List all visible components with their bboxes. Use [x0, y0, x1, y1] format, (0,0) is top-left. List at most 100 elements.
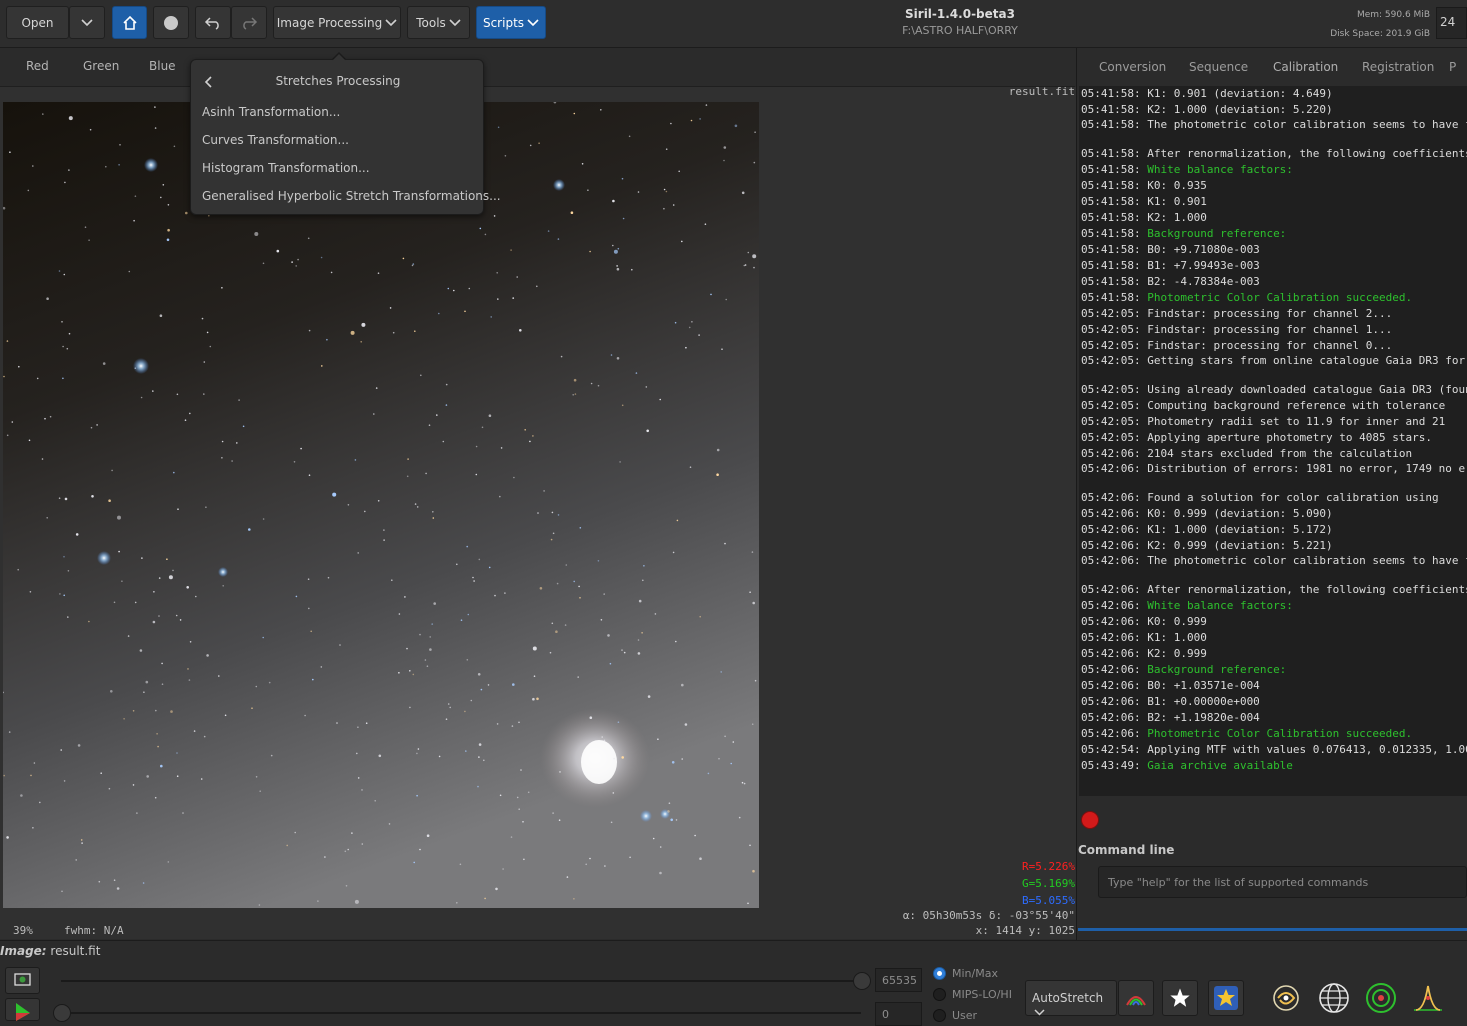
tab-green[interactable]: Green: [83, 59, 119, 73]
star-catalogue-button[interactable]: [1208, 980, 1244, 1016]
menu-item-histogram[interactable]: Histogram Transformation...: [202, 161, 370, 175]
false-color-button[interactable]: [1118, 980, 1154, 1016]
radio-user-label: User: [952, 1009, 978, 1022]
stop-button[interactable]: [1081, 811, 1099, 829]
chevron-down-icon: [385, 18, 397, 26]
radio-mips-label: MIPS-LO/HI: [952, 988, 1012, 1001]
chevron-down-icon: [449, 18, 461, 26]
lo-slider-track[interactable]: [61, 1012, 861, 1014]
radec-readout: α: 05h30m53s δ: -03°55'40": [902, 909, 1075, 922]
log-line: 05:42:05: Applying aperture photometry t…: [1081, 431, 1432, 444]
lo-slider-knob[interactable]: [53, 1004, 71, 1022]
image-processing-menu-button[interactable]: Image Processing: [273, 6, 401, 39]
image-prefix: Image:: [0, 944, 47, 958]
radio-mips[interactable]: [933, 988, 946, 1001]
redo-button[interactable]: [231, 6, 267, 39]
window-title: Siril-1.4.0-beta3: [905, 7, 1015, 21]
command-input[interactable]: Type "help" for the list of supported co…: [1098, 866, 1467, 898]
recent-files-button[interactable]: [69, 6, 105, 39]
chevron-down-icon: [1034, 1009, 1045, 1016]
target-button[interactable]: [1363, 980, 1399, 1016]
radio-minmax[interactable]: [933, 967, 946, 980]
home-icon: [122, 15, 137, 30]
scripts-label: Scripts: [482, 15, 525, 30]
thread-count-spinner[interactable]: 24: [1436, 7, 1467, 39]
lo-value-input[interactable]: 0: [875, 1002, 922, 1026]
log-line: 05:42:05: Findstar: processing for chann…: [1081, 307, 1393, 320]
tab-calibration[interactable]: Calibration: [1273, 60, 1338, 74]
header-bar: Open Image Processing Tools Scripts: [0, 0, 1467, 48]
log-line: 05:42:06: Photometric Color Calibration …: [1081, 727, 1413, 740]
log-line: 05:41:58: K2: 1.000: [1081, 211, 1207, 224]
log-line: 05:42:05: Computing background reference…: [1081, 399, 1446, 412]
green-value: G=5.169%: [1022, 877, 1075, 890]
zoom-level: 39%: [13, 924, 33, 937]
log-line: 05:42:06: 2104 stars excluded from the c…: [1081, 447, 1413, 460]
tab-registration[interactable]: Registration: [1362, 60, 1434, 74]
tab-more[interactable]: P: [1449, 60, 1456, 74]
image-processing-label: Image Processing: [276, 15, 383, 30]
log-line: 05:41:58: B1: +7.99493e-003: [1081, 259, 1260, 272]
log-line: 05:42:06: K1: 1.000: [1081, 631, 1207, 644]
tab-blue[interactable]: Blue: [149, 59, 176, 73]
log-line: 05:42:06: K2: 0.999 (deviation: 5.221): [1081, 539, 1333, 552]
undo-button[interactable]: [195, 6, 231, 39]
chevron-down-icon: [81, 18, 93, 26]
radio-minmax-label: Min/Max: [952, 967, 998, 980]
working-directory: F:\ASTRO HALF\ORRY: [902, 24, 1018, 37]
star-outline-icon: [1167, 985, 1193, 1010]
galaxy-button[interactable]: [1268, 980, 1304, 1016]
tab-sequence[interactable]: Sequence: [1189, 60, 1248, 74]
popover-pointer-fill: [332, 54, 346, 61]
command-line-label: Command line: [1078, 843, 1175, 857]
color-triangle-icon: [16, 1003, 30, 1021]
astro-image[interactable]: [3, 102, 759, 908]
scripts-menu-button[interactable]: Scripts: [476, 6, 546, 39]
log-line: 05:42:06: Found a solution for color cal…: [1081, 491, 1439, 504]
menu-item-ghs[interactable]: Generalised Hyperbolic Stretch Transform…: [202, 189, 501, 203]
memory-usage: Mem: 590.6 MiB: [1356, 10, 1430, 20]
monitor-icon: [14, 973, 31, 986]
online-catalog-button[interactable]: [1316, 980, 1352, 1016]
log-line: 05:42:05: Using already downloaded catal…: [1081, 383, 1467, 396]
menu-item-asinh[interactable]: Asinh Transformation...: [202, 105, 340, 119]
image-name: result.fit: [50, 944, 101, 958]
red-value: R=5.226%: [1022, 860, 1075, 873]
hi-slider-knob[interactable]: [853, 972, 871, 990]
hi-value-input[interactable]: 65535: [875, 968, 922, 992]
tab-conversion[interactable]: Conversion: [1099, 60, 1166, 74]
log-line: 05:42:06: The photometric color calibrat…: [1081, 554, 1467, 567]
log-line: 05:42:06: B1: +0.00000e+000: [1081, 695, 1260, 708]
log-line: 05:41:58: K2: 1.000 (deviation: 5.220): [1081, 103, 1333, 116]
stop-process-button[interactable]: [153, 6, 189, 39]
color-mode-button[interactable]: [5, 998, 40, 1021]
psf-icon: [1414, 985, 1442, 1011]
tools-menu-button[interactable]: Tools: [407, 6, 470, 39]
home-button[interactable]: [112, 6, 147, 39]
log-line: 05:41:58: After renormalization, the fol…: [1081, 147, 1467, 160]
log-line: 05:42:05: Findstar: processing for chann…: [1081, 323, 1393, 336]
display-toggle-button[interactable]: [5, 967, 40, 994]
star-mask-button[interactable]: [1162, 980, 1198, 1016]
disk-space: Disk Space: 201.9 GiB: [1330, 29, 1430, 39]
radio-user[interactable]: [933, 1009, 946, 1022]
log-line: 05:42:06: White balance factors:: [1081, 599, 1293, 612]
log-line: 05:42:06: K0: 0.999 (deviation: 5.090): [1081, 507, 1333, 520]
open-button[interactable]: Open: [6, 6, 69, 39]
log-line: 05:42:05: Photometry radii set to 11.9 f…: [1081, 415, 1446, 428]
tab-red[interactable]: Red: [26, 59, 49, 73]
blue-value: B=5.055%: [1022, 894, 1075, 907]
psf-button[interactable]: [1410, 980, 1446, 1016]
stretch-mode-select[interactable]: AutoStretch: [1025, 980, 1117, 1016]
hi-slider-track[interactable]: [61, 980, 861, 982]
open-label: Open: [21, 15, 54, 30]
log-line: 05:41:58: Photometric Color Calibration …: [1081, 291, 1413, 304]
fwhm-readout: fwhm: N/A: [64, 924, 124, 937]
target-icon: [1366, 983, 1396, 1013]
log-line: 05:41:58: The photometric color calibrat…: [1081, 118, 1467, 131]
console-log[interactable]: 05:41:58: K1: 0.901 (deviation: 4.649) 05…: [1079, 86, 1467, 796]
menu-item-curves[interactable]: Curves Transformation...: [202, 133, 349, 147]
log-line: 05:42:06: Distribution of errors: 1981 n…: [1081, 462, 1467, 475]
log-line: 05:42:06: Background reference:: [1081, 663, 1287, 676]
log-line: 05:43:49: Gaia archive available: [1081, 759, 1293, 772]
